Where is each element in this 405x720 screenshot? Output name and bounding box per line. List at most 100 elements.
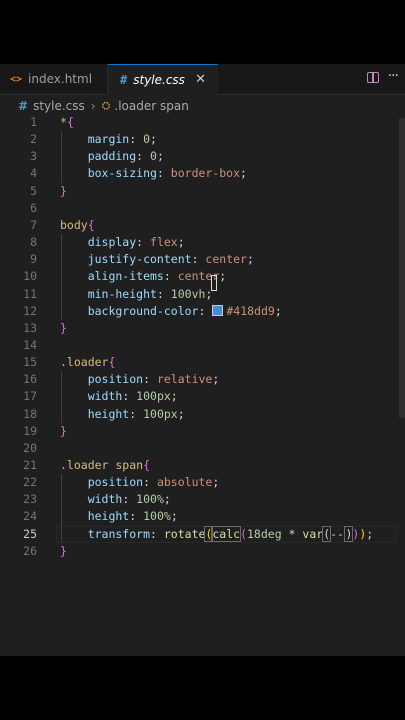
code-token: ; xyxy=(212,475,220,490)
code-token: position xyxy=(60,475,144,490)
code-token: .loader span xyxy=(60,458,144,472)
line-number: 8 xyxy=(30,235,37,250)
split-editor-icon[interactable] xyxy=(367,72,379,83)
more-actions-icon[interactable]: ··· xyxy=(388,68,399,84)
line-number: 23 xyxy=(23,492,37,507)
code-token: ; xyxy=(366,526,374,541)
code-token: margin xyxy=(60,132,130,147)
code-text: body{ xyxy=(60,217,95,234)
code-line[interactable]: 12 background-color: #418dd9; xyxy=(0,303,405,320)
code-token: ; xyxy=(177,235,185,250)
code-token: ; xyxy=(274,303,282,318)
line-number: 10 xyxy=(23,269,37,284)
code-token: ; xyxy=(246,252,254,267)
line-number: 2 xyxy=(30,132,37,147)
code-line[interactable]: 18 height: 100px; xyxy=(0,406,405,423)
code-token: ; xyxy=(170,509,178,524)
code-text: justify-content: center; xyxy=(60,251,254,268)
code-text: transform: rotate(calc(18deg * var(--)))… xyxy=(60,525,374,543)
code-token: width xyxy=(60,492,123,507)
code-token: #418dd9 xyxy=(226,303,275,318)
scrollbar-thumb[interactable] xyxy=(399,118,405,418)
code-token: relative xyxy=(156,372,213,387)
css-file-icon: # xyxy=(120,73,128,87)
code-line[interactable]: 17 width: 100px; xyxy=(0,388,405,405)
code-line[interactable]: 4 box-sizing: border-box; xyxy=(0,165,405,182)
code-token: var xyxy=(302,526,324,541)
code-token: ; xyxy=(240,166,247,181)
tab-index-html[interactable]: <> index.html xyxy=(0,64,108,94)
code-token: ; xyxy=(163,492,171,507)
line-number: 16 xyxy=(23,372,37,387)
code-token: } xyxy=(60,423,67,438)
code-token: : xyxy=(122,492,137,507)
code-token: height xyxy=(60,509,130,524)
code-line[interactable]: 11 min-height: 100vh; xyxy=(0,286,405,303)
code-line[interactable]: 26} xyxy=(0,543,405,560)
code-token: : xyxy=(198,303,213,318)
code-text: display: flex; xyxy=(60,234,185,251)
code-token: : xyxy=(122,389,137,404)
line-number: 13 xyxy=(23,320,37,335)
code-line[interactable]: 21 .loader span{ xyxy=(0,457,405,474)
code-line[interactable]: 22 position: absolute; xyxy=(0,474,405,491)
code-token: } xyxy=(60,320,67,335)
code-token: ; xyxy=(212,372,220,387)
code-token: 18deg xyxy=(247,526,282,541)
code-token: border-box xyxy=(170,166,241,181)
code-token: rotate xyxy=(163,526,206,541)
line-number: 14 xyxy=(23,337,37,352)
tab-style-css[interactable]: # style.css ✕ xyxy=(108,64,218,95)
code-line[interactable]: 8 display: flex; xyxy=(0,234,405,251)
breadcrumb-file[interactable]: style.css xyxy=(33,99,85,113)
text-cursor-icon xyxy=(211,275,217,291)
code-line[interactable]: 16 position: relative; xyxy=(0,371,405,388)
code-token: { xyxy=(87,217,95,232)
code-line[interactable]: 10 align-items: center; xyxy=(0,268,405,285)
code-text: width: 100%; xyxy=(60,491,171,508)
line-number: 26 xyxy=(23,543,37,558)
code-line[interactable]: 15 .loader{ xyxy=(0,354,405,371)
color-swatch[interactable] xyxy=(212,304,224,316)
code-line[interactable]: 19} xyxy=(0,423,405,440)
code-text: } xyxy=(60,183,67,200)
code-line[interactable]: 9 justify-content: center; xyxy=(0,251,405,268)
code-token: 100% xyxy=(136,492,164,507)
html-file-icon: <> xyxy=(10,73,23,85)
code-token: transform xyxy=(60,526,151,541)
code-text: } xyxy=(60,543,67,560)
code-line[interactable]: 14 xyxy=(0,337,405,354)
code-line[interactable]: 6 xyxy=(0,200,405,217)
breadcrumb-symbol[interactable]: .loader span xyxy=(114,99,188,113)
code-line[interactable]: 5} xyxy=(0,183,405,200)
line-number: 15 xyxy=(23,355,37,370)
code-token: box-sizing xyxy=(60,166,157,181)
code-line[interactable]: 20 xyxy=(0,440,405,457)
tab-bar: <> index.html # style.css ✕ ··· xyxy=(0,64,405,95)
code-line[interactable]: 7 body{ xyxy=(0,217,405,234)
code-line[interactable]: 1 *{ xyxy=(0,114,405,131)
code-token: } xyxy=(60,543,67,558)
code-text: margin: 0; xyxy=(60,131,157,148)
code-token: ( xyxy=(240,526,247,541)
code-line[interactable]: 23 width: 100%; xyxy=(0,491,405,508)
code-text: *{ xyxy=(60,114,74,131)
code-token: position xyxy=(60,372,144,387)
code-line[interactable]: 24 height: 100%; xyxy=(0,508,405,525)
code-token: ; xyxy=(156,149,164,164)
code-line[interactable]: 3 padding: 0; xyxy=(0,148,405,165)
code-token: : xyxy=(129,509,144,524)
code-token: : xyxy=(150,526,164,541)
code-line[interactable]: 13} xyxy=(0,320,405,337)
code-token: 0 xyxy=(143,132,151,147)
code-line[interactable]: 25 transform: rotate(calc(18deg * var(--… xyxy=(0,525,405,543)
code-text: background-color: #418dd9; xyxy=(60,303,282,320)
code-token: background-color xyxy=(60,303,199,318)
close-icon[interactable]: ✕ xyxy=(195,72,206,87)
code-text: .loader{ xyxy=(60,354,115,371)
code-token: ; xyxy=(177,406,185,421)
code-line[interactable]: 2 margin: 0; xyxy=(0,131,405,148)
code-token: 0 xyxy=(150,149,157,164)
code-token: height xyxy=(60,406,130,421)
line-number: 3 xyxy=(30,149,37,164)
